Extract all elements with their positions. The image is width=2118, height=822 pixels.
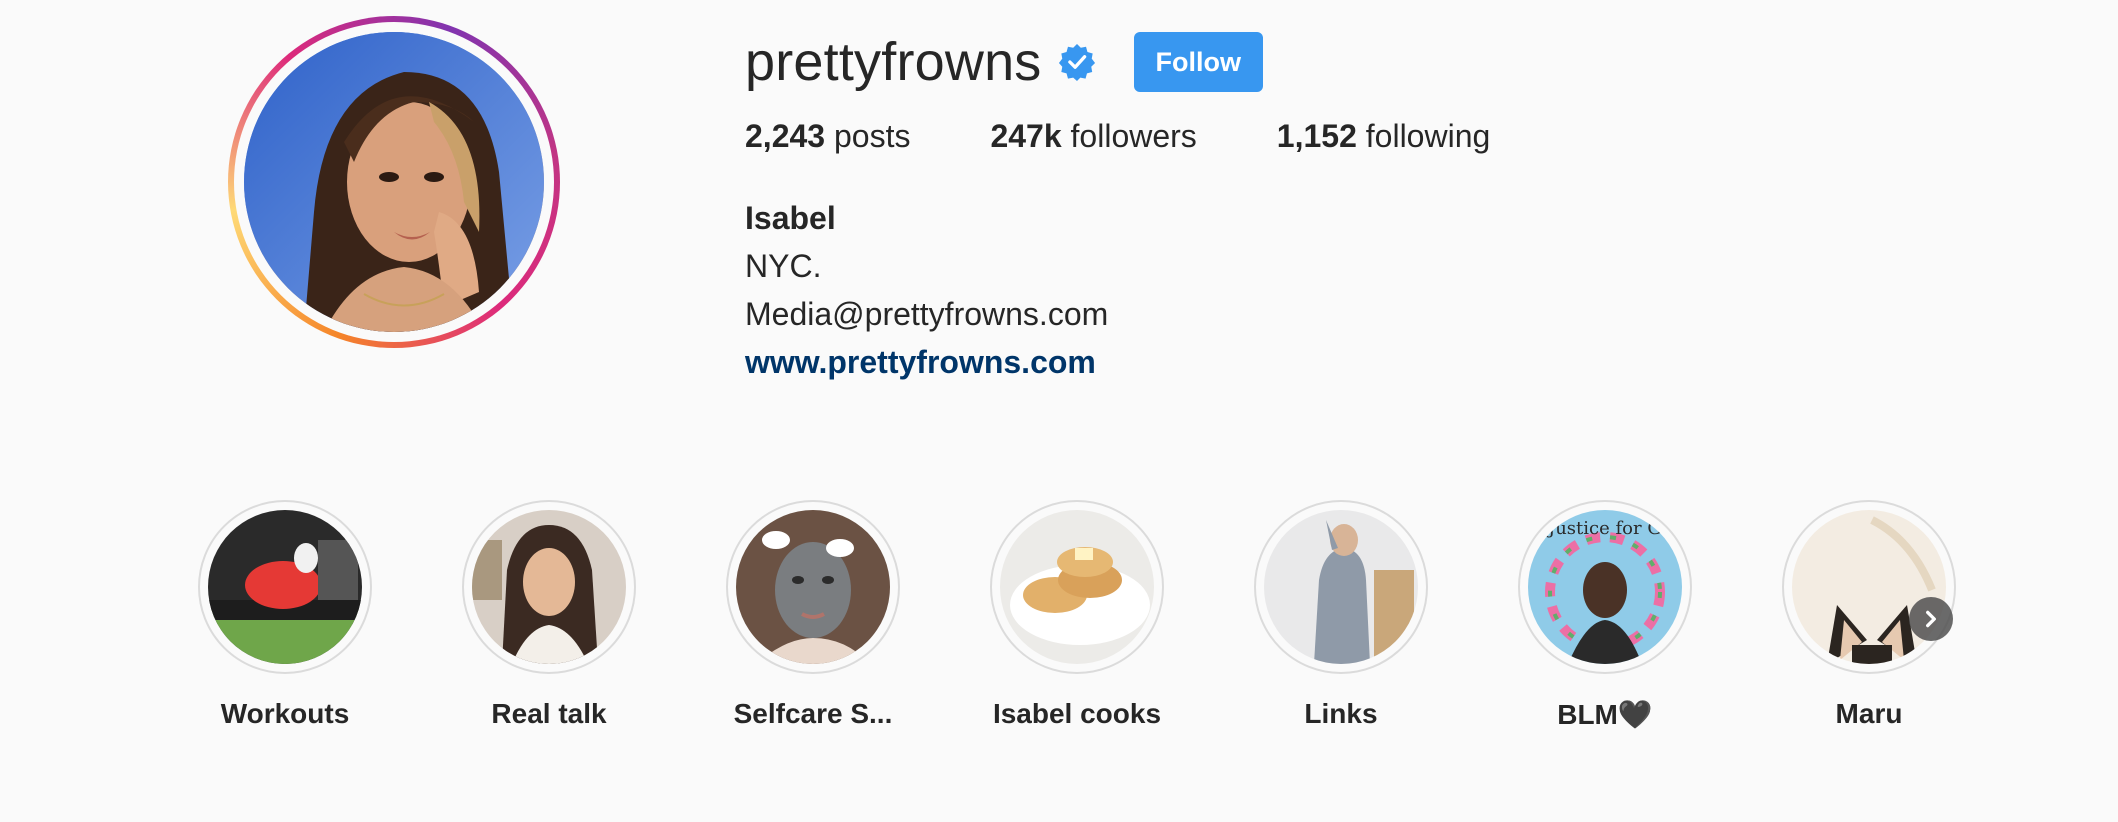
title-row: prettyfrowns Follow — [745, 30, 1945, 94]
highlight-ring — [1254, 500, 1428, 674]
profile-avatar-story-ring[interactable] — [228, 16, 560, 348]
highlight-thumbnail-text: Justice for Geo — [1546, 518, 1682, 539]
avatar[interactable] — [244, 32, 544, 332]
highlight-real-talk[interactable]: Real talk — [429, 500, 669, 730]
bio-line-email: Media@prettyfrowns.com — [745, 296, 1109, 332]
highlight-ring — [462, 500, 636, 674]
follow-button[interactable]: Follow — [1133, 32, 1263, 92]
followers-stat[interactable]: 247k followers — [990, 116, 1196, 156]
chevron-right-icon — [1926, 610, 1936, 628]
full-name: Isabel — [745, 200, 836, 236]
highlight-label: BLM🖤 — [1557, 699, 1653, 730]
highlight-label: Maru — [1835, 698, 1903, 729]
highlight-blm[interactable]: Justice for Geo BLM🖤 — [1485, 500, 1725, 731]
highlight-isabel-cooks[interactable]: Isabel cooks — [957, 500, 1197, 730]
highlight-ring — [198, 500, 372, 674]
website-link[interactable]: www.prettyfrowns.com — [745, 344, 1096, 380]
story-highlights: Workouts Real talk Selfcare S... Isabel … — [165, 500, 1965, 740]
highlight-ring: Justice for Geo — [1518, 500, 1692, 674]
highlight-label: Isabel cooks — [992, 698, 1162, 729]
profile-page: prettyfrowns Follow 2,243 posts 247k fol… — [0, 0, 2118, 822]
highlight-thumbnail — [472, 510, 626, 664]
profile-header: prettyfrowns Follow 2,243 posts 247k fol… — [745, 30, 1945, 386]
highlight-thumbnail — [1792, 510, 1946, 664]
highlights-next-button[interactable] — [1909, 597, 1953, 641]
highlight-thumbnail: Justice for Geo — [1528, 510, 1682, 664]
highlight-thumbnail — [736, 510, 890, 664]
highlight-selfcare[interactable]: Selfcare S... — [693, 500, 933, 730]
following-stat[interactable]: 1,152 following — [1277, 116, 1490, 156]
verified-badge-icon — [1058, 43, 1096, 81]
highlight-label: Links — [1304, 698, 1378, 729]
profile-stats: 2,243 posts 247k followers 1,152 followi… — [745, 116, 1945, 156]
posts-count: 2,243 — [745, 118, 826, 154]
highlight-thumbnail — [1000, 510, 1154, 664]
followers-label: followers — [1061, 118, 1197, 154]
highlight-ring — [726, 500, 900, 674]
highlight-maru[interactable]: Maru — [1749, 500, 1989, 730]
highlight-label: Real talk — [491, 698, 607, 729]
followers-count: 247k — [990, 118, 1062, 154]
bio-line-location: NYC. — [745, 248, 822, 284]
highlight-label: Selfcare S... — [733, 698, 893, 729]
highlight-thumbnail — [208, 510, 362, 664]
highlight-workouts[interactable]: Workouts — [165, 500, 405, 730]
username: prettyfrowns — [745, 32, 1042, 92]
following-count: 1,152 — [1276, 118, 1357, 154]
highlight-ring — [1782, 500, 1956, 674]
posts-stat[interactable]: 2,243 posts — [745, 116, 910, 156]
highlight-ring — [990, 500, 1164, 674]
highlight-links[interactable]: Links — [1221, 500, 1461, 730]
following-label: following — [1356, 118, 1491, 154]
profile-bio: Isabel NYC. Media@prettyfrowns.com www.p… — [745, 194, 1945, 386]
highlight-thumbnail — [1264, 510, 1418, 664]
highlight-label: Workouts — [220, 698, 350, 729]
posts-label: posts — [825, 118, 911, 154]
